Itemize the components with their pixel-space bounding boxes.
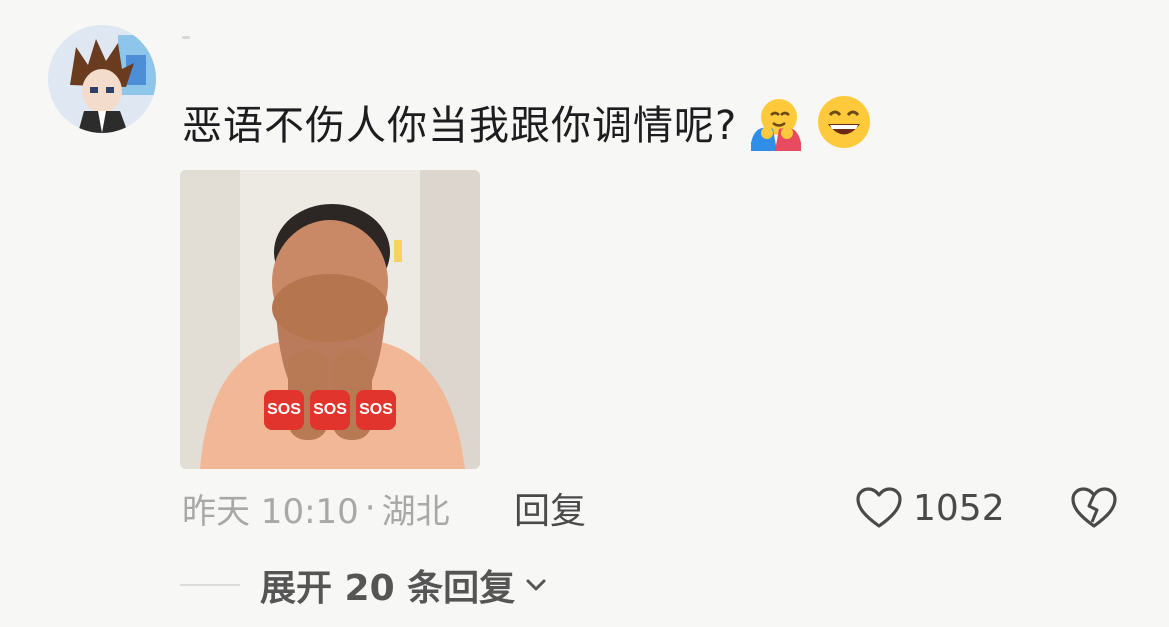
divider-line xyxy=(180,584,240,586)
expand-replies-label: 展开 20 条回复 xyxy=(260,568,516,609)
comment-location: 湖北 xyxy=(381,491,450,532)
sos-emoji-row: SOS SOS SOS xyxy=(264,390,396,430)
grinning-face-emoji xyxy=(818,96,871,148)
chevron-down-icon xyxy=(526,579,546,591)
hugging-face-emoji xyxy=(751,99,802,151)
sos-emoji: SOS xyxy=(356,390,396,430)
expand-replies-row: 展开 20 条回复 xyxy=(180,560,547,610)
reply-button[interactable]: 回复 xyxy=(514,483,586,533)
comment-meta: 昨天 10:10 · 湖北 xyxy=(182,483,450,533)
comment-image[interactable]: SOS SOS SOS xyxy=(180,170,480,469)
meta-separator: · xyxy=(364,488,376,528)
like-button[interactable]: 1052 xyxy=(855,483,1005,533)
user-avatar[interactable] xyxy=(48,25,156,133)
broken-heart-icon xyxy=(1071,487,1117,528)
comment-text-row: 恶语不伤人你当我跟你调情呢? xyxy=(182,92,873,152)
sos-emoji: SOS xyxy=(264,390,304,430)
heart-outline-icon xyxy=(856,487,902,528)
like-count: 1052 xyxy=(913,487,1005,529)
username-placeholder xyxy=(182,36,190,39)
comment-text: 恶语不伤人你当我跟你调情呢? xyxy=(182,103,738,149)
sos-emoji: SOS xyxy=(310,390,350,430)
avatar-image xyxy=(48,25,156,133)
comment-time: 昨天 10:10 xyxy=(182,491,359,532)
dislike-button[interactable] xyxy=(1068,483,1120,533)
expand-replies-button[interactable]: 展开 20 条回复 xyxy=(260,559,547,611)
